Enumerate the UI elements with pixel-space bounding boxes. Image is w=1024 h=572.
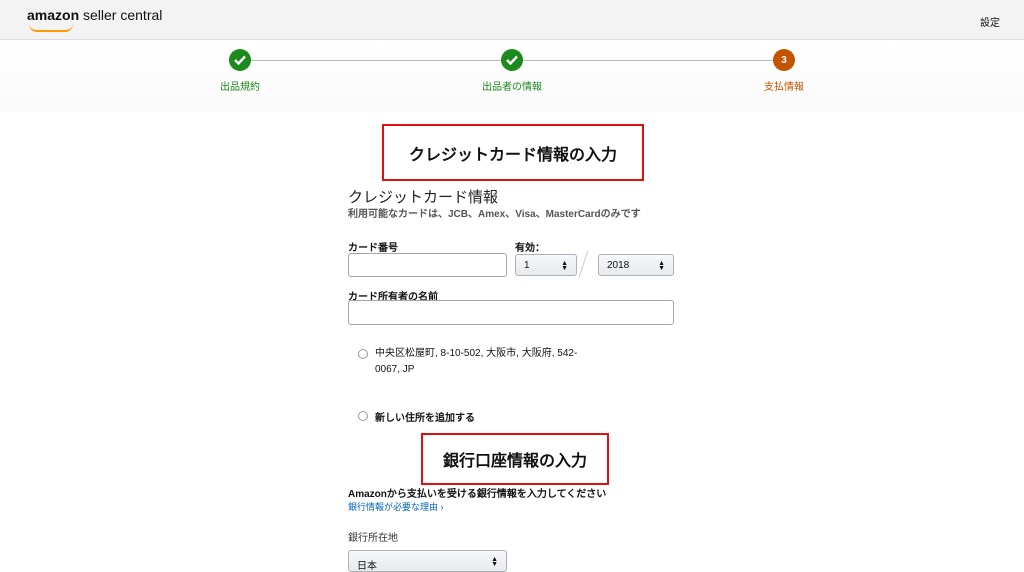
expiry-month-select[interactable]: 1 ▲ ▼ [515,254,577,276]
new-address-radio[interactable] [358,411,368,421]
expiry-year-value: 2018 [607,259,630,271]
credit-card-callout: クレジットカード情報の入力 [382,124,644,181]
select-arrows-icon: ▲ ▼ [491,556,498,568]
credit-card-section-title: クレジットカード情報 [348,189,499,206]
card-number-input[interactable] [348,253,507,277]
existing-address-text: 中央区松屋町, 8-10-502, 大阪市, 大阪府, 542-0067, JP [375,348,578,375]
why-bank-info-link[interactable]: 銀行情報が必要な理由 › [348,500,444,513]
check-icon [229,49,251,71]
progress-steps: 出品規約 出品者の情報 3 支払情報 [0,40,1024,112]
expiry-divider [578,250,589,278]
step-label-seller-info: 出品者の情報 [482,82,542,93]
accepted-cards-note: 利用可能なカードは、JCB、Amex、Visa、MasterCardのみです [348,209,641,220]
step-label-payment: 支払情報 [764,82,804,93]
amazon-seller-central-logo[interactable]: amazon seller central [27,7,162,32]
logo-smile-icon [29,24,73,32]
bank-callout: 銀行口座情報の入力 [421,433,609,485]
expiry-label: 有効： [515,243,545,254]
card-number-label: カード番号 [348,243,398,254]
bank-location-label: 銀行所在地 [348,533,398,544]
select-arrows-icon: ▲ ▼ [658,260,665,272]
existing-address-radio[interactable] [358,349,368,359]
step-connector [251,60,501,61]
bank-location-value: 日本 [357,561,377,572]
bank-location-select[interactable]: 日本 ▲ ▼ [348,550,507,572]
step-label-terms: 出品規約 [220,82,260,93]
settings-link[interactable]: 設定 [980,14,1000,29]
select-arrows-icon: ▲ ▼ [561,260,568,272]
check-icon [501,49,523,71]
step-connector [523,60,773,61]
expiry-month-value: 1 [524,259,530,271]
bank-info-heading: Amazonから支払いを受ける銀行情報を入力してください [348,489,607,500]
expiry-year-select[interactable]: 2018 ▲ ▼ [598,254,674,276]
step-number-badge: 3 [773,49,795,71]
add-new-address-label: 新しい住所を追加する [375,413,475,424]
cardholder-name-input[interactable] [348,300,674,325]
top-bar: amazon seller central 設定 [0,0,1024,40]
